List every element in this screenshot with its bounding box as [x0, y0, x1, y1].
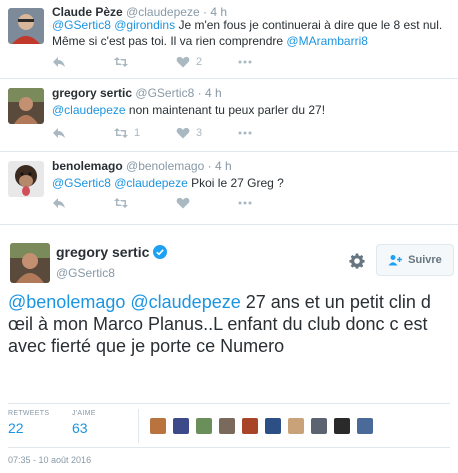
tweet-text-segment: Pkoi le 27 Greg ? — [187, 176, 284, 190]
heart-icon — [176, 197, 190, 209]
more-button[interactable] — [238, 56, 252, 68]
liker-avatar[interactable] — [357, 418, 373, 434]
retweet-count: 1 — [134, 127, 141, 139]
mention-link[interactable]: @GSertic8 — [52, 176, 111, 190]
divider — [8, 403, 450, 404]
divider — [8, 447, 450, 448]
tweet-text: @benolemago @claudepeze 27 ans et un pet… — [8, 291, 448, 357]
tweet-text: @GSertic8 @girondins Je m'en fous je con… — [52, 17, 448, 49]
author-name[interactable]: benolemago — [52, 159, 123, 173]
like-count: 2 — [196, 56, 203, 68]
author-handle[interactable]: @GSertic8 — [56, 266, 115, 280]
liker-avatar[interactable] — [173, 418, 189, 434]
mention-link[interactable]: @GSertic8 — [52, 18, 111, 32]
liker-avatar[interactable] — [334, 418, 350, 434]
retweet-icon — [114, 128, 128, 138]
more-icon — [238, 131, 252, 135]
reply-button[interactable] — [52, 56, 66, 68]
liker-avatar[interactable] — [150, 418, 166, 434]
author-name-row: gregory sertic — [56, 244, 168, 260]
avatar[interactable] — [10, 243, 50, 283]
author-name[interactable]: gregory sertic — [56, 244, 149, 260]
divider — [138, 409, 139, 443]
separator-dot: · — [207, 159, 212, 173]
mention-link[interactable]: @claudepeze — [114, 176, 188, 190]
tweet-header: benolemago @benolemago · 4 h — [52, 159, 232, 173]
like-button[interactable]: 2 — [176, 56, 202, 68]
more-button[interactable] — [238, 197, 252, 209]
retweet-button[interactable] — [114, 197, 134, 209]
reply-tweet[interactable]: Claude Pèze @claudepeze · 4 h @GSertic8 … — [0, 0, 458, 79]
retweet-button[interactable]: 1 — [114, 127, 140, 139]
mention-link[interactable]: @claudepeze — [130, 292, 240, 312]
more-icon — [238, 60, 252, 64]
like-count: 3 — [196, 127, 203, 139]
verified-badge-icon — [153, 245, 168, 259]
retweets-stat[interactable]: RETWEETS 22 — [8, 410, 49, 436]
likes-stat[interactable]: J'AIME 63 — [72, 410, 96, 436]
reply-tweet[interactable]: benolemago @benolemago · 4 h @GSertic8 @… — [0, 152, 458, 225]
author-handle[interactable]: @benolemago — [126, 159, 204, 173]
reply-icon — [53, 128, 65, 138]
tweet-date[interactable]: 07:35 - 10 août 2016 — [8, 455, 91, 465]
author-handle[interactable]: @GSertic8 — [135, 86, 194, 100]
reply-icon — [53, 198, 65, 208]
liker-avatar[interactable] — [265, 418, 281, 434]
mention-link[interactable]: @MArambarri8 — [286, 34, 368, 48]
avatar[interactable] — [8, 8, 44, 44]
liker-avatar[interactable] — [242, 418, 258, 434]
mention-link[interactable]: @claudepeze — [52, 103, 126, 117]
timestamp[interactable]: 4 h — [215, 159, 232, 173]
more-button[interactable] — [238, 127, 252, 139]
gear-icon[interactable] — [349, 253, 365, 269]
author-name[interactable]: gregory sertic — [52, 86, 132, 100]
main-tweet: gregory sertic @GSertic8 Suivre @benolem… — [0, 225, 458, 473]
retweet-icon — [114, 198, 128, 208]
likes-label: J'AIME — [72, 410, 96, 417]
reply-button[interactable] — [52, 127, 66, 139]
reply-icon — [53, 57, 65, 67]
reply-button[interactable] — [52, 197, 66, 209]
likers-avatars — [150, 418, 380, 434]
heart-icon — [176, 127, 190, 139]
liker-avatar[interactable] — [311, 418, 327, 434]
reply-tweet[interactable]: gregory sertic @GSertic8 · 4 h @claudepe… — [0, 79, 458, 152]
timestamp[interactable]: 4 h — [205, 86, 222, 100]
tweet-text: @claudepeze non maintenant tu peux parle… — [52, 102, 448, 118]
avatar[interactable] — [8, 161, 44, 197]
retweets-label: RETWEETS — [8, 410, 50, 417]
tweet-text: @GSertic8 @claudepeze Pkoi le 27 Greg ? — [52, 175, 448, 191]
like-button[interactable]: 3 — [176, 127, 202, 139]
retweets-count: 22 — [8, 420, 24, 436]
likes-count: 63 — [72, 420, 88, 436]
liker-avatar[interactable] — [219, 418, 235, 434]
follow-button[interactable]: Suivre — [376, 244, 454, 276]
more-icon — [238, 201, 252, 205]
liker-avatar[interactable] — [196, 418, 212, 434]
tweet-header: gregory sertic @GSertic8 · 4 h — [52, 86, 222, 100]
avatar[interactable] — [8, 88, 44, 124]
add-person-icon — [388, 255, 403, 266]
retweet-icon — [114, 57, 128, 67]
follow-label: Suivre — [408, 254, 442, 266]
like-button[interactable] — [176, 197, 196, 209]
retweet-button[interactable] — [114, 56, 134, 68]
tweet-text-segment: non maintenant tu peux parler du 27! — [125, 103, 326, 117]
liker-avatar[interactable] — [288, 418, 304, 434]
separator-dot: · — [197, 86, 202, 100]
mention-link[interactable]: @benolemago — [8, 292, 125, 312]
heart-icon — [176, 56, 190, 68]
mention-link[interactable]: @girondins — [114, 18, 175, 32]
